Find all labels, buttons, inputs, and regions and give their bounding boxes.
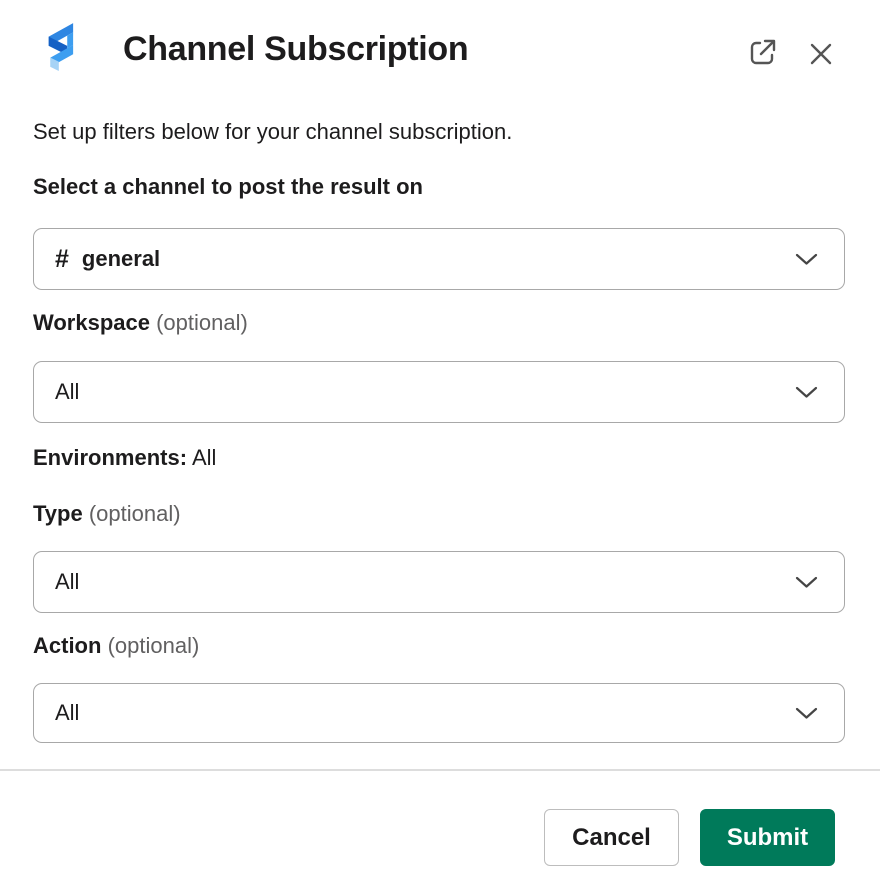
type-select[interactable]: All <box>33 551 845 613</box>
modal-title: Channel Subscription <box>123 30 468 69</box>
chevron-down-icon <box>795 707 818 720</box>
close-button[interactable] <box>806 39 836 69</box>
action-optional-label: (optional) <box>108 633 200 658</box>
chevron-down-icon <box>795 253 818 266</box>
app-logo-icon <box>42 19 79 76</box>
footer-divider <box>0 769 880 771</box>
channel-select-value: general <box>82 246 160 272</box>
submit-button[interactable]: Submit <box>700 809 835 866</box>
close-icon <box>806 39 836 69</box>
action-field-label: Action <box>33 633 101 658</box>
environments-line: Environments: All <box>33 445 216 471</box>
workspace-field-label: Workspace <box>33 310 150 335</box>
action-select[interactable]: All <box>33 683 845 743</box>
workspace-optional-label: (optional) <box>156 310 248 335</box>
type-select-value: All <box>55 569 79 595</box>
channel-field-label: Select a channel to post the result on <box>33 174 423 199</box>
workspace-select-value: All <box>55 379 79 405</box>
workspace-select[interactable]: All <box>33 361 845 423</box>
hash-icon: # <box>55 247 69 272</box>
open-external-icon <box>747 36 779 68</box>
intro-text: Set up filters below for your channel su… <box>33 119 512 145</box>
cancel-button[interactable]: Cancel <box>544 809 679 866</box>
environments-value: All <box>192 445 216 470</box>
type-optional-label: (optional) <box>89 501 181 526</box>
action-select-value: All <box>55 700 79 726</box>
chevron-down-icon <box>795 576 818 589</box>
open-external-button[interactable] <box>747 36 779 68</box>
chevron-down-icon <box>795 386 818 399</box>
channel-subscription-modal: Channel Subscription Set up filters belo… <box>0 0 880 892</box>
environments-label: Environments: <box>33 445 187 470</box>
channel-select[interactable]: # general <box>33 228 845 290</box>
type-field-label: Type <box>33 501 83 526</box>
